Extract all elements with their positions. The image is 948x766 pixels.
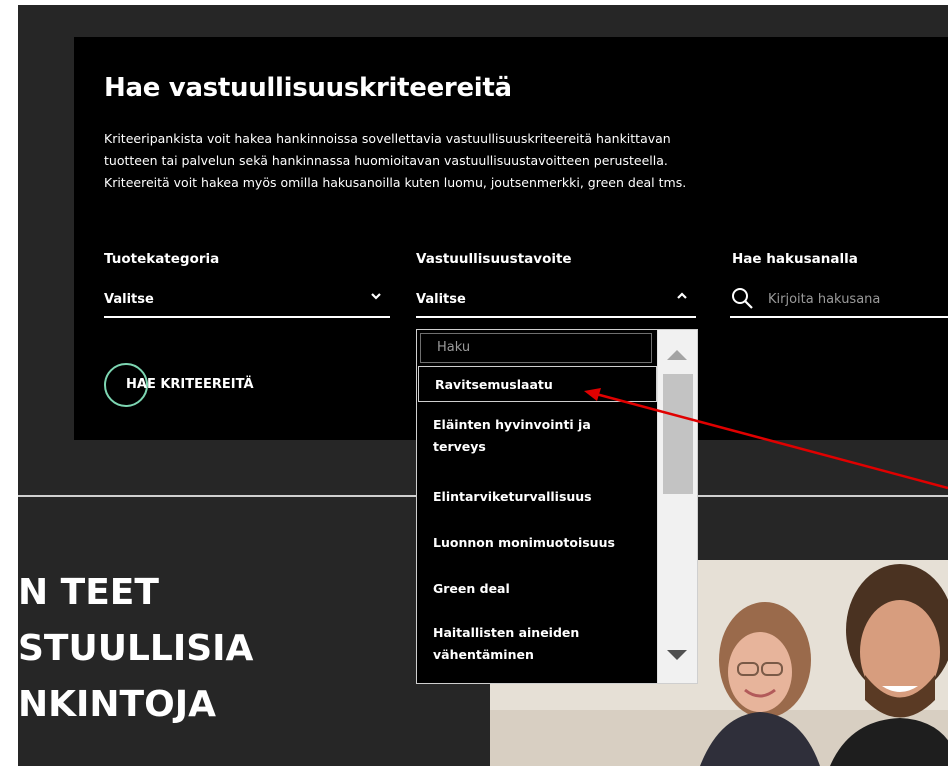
dropdown-option[interactable]: Green deal <box>417 566 657 612</box>
dropdown-option[interactable]: Haitallisten aineiden vähentäminen <box>417 612 637 678</box>
category-select[interactable]: Valitse <box>104 284 390 318</box>
goal-select[interactable]: Valitse <box>416 284 696 318</box>
scroll-up-arrow-icon[interactable] <box>667 350 687 360</box>
category-label: Tuotekategoria <box>104 251 220 267</box>
description-line: tuotteen tai palvelun sekä hankinnassa h… <box>104 153 668 168</box>
hero-heading: N TEET STUULLISIA NKINTOJA <box>18 565 253 733</box>
card-description: Kriteeripankista voit hakea hankinnoissa… <box>104 128 804 194</box>
dropdown-options-list: Ravitsemuslaatu Eläinten hyvinvointi ja … <box>417 366 657 678</box>
search-icon <box>730 286 756 312</box>
scrollbar-thumb[interactable] <box>663 374 693 494</box>
card-title: Hae vastuullisuuskriteereitä <box>104 73 512 103</box>
search-criteria-button-label: HAE KRITEEREITÄ <box>126 377 254 392</box>
chevron-down-icon <box>370 290 382 306</box>
dropdown-option[interactable]: Elintarviketurvallisuus <box>417 474 657 520</box>
keyword-search-input[interactable]: Kirjoita hakusana <box>730 284 948 318</box>
goal-label: Vastuullisuustavoite <box>416 251 572 267</box>
keyword-label: Hae hakusanalla <box>732 251 858 267</box>
description-line: Kriteereitä voit hakea myös omilla hakus… <box>104 175 687 190</box>
goal-select-value: Valitse <box>416 292 466 307</box>
dropdown-scrollbar[interactable] <box>657 330 697 683</box>
hero-line: NKINTOJA <box>18 684 216 725</box>
description-line: Kriteeripankista voit hakea hankinnoissa… <box>104 131 671 146</box>
goal-dropdown-panel: Haku Ravitsemuslaatu Eläinten hyvinvoint… <box>416 329 698 684</box>
dropdown-option[interactable]: Ravitsemuslaatu <box>418 366 657 402</box>
hero-line: STUULLISIA <box>18 628 254 669</box>
keyword-placeholder: Kirjoita hakusana <box>768 292 881 307</box>
hero-line: N TEET <box>18 572 159 613</box>
scroll-down-arrow-icon[interactable] <box>667 650 687 660</box>
category-select-value: Valitse <box>104 292 154 307</box>
dropdown-search-input[interactable]: Haku <box>420 333 652 363</box>
chevron-up-icon <box>676 290 688 306</box>
dropdown-option[interactable]: Luonnon monimuotoisuus <box>417 520 657 566</box>
dropdown-option[interactable]: Eläinten hyvinvointi ja terveys <box>417 402 637 474</box>
